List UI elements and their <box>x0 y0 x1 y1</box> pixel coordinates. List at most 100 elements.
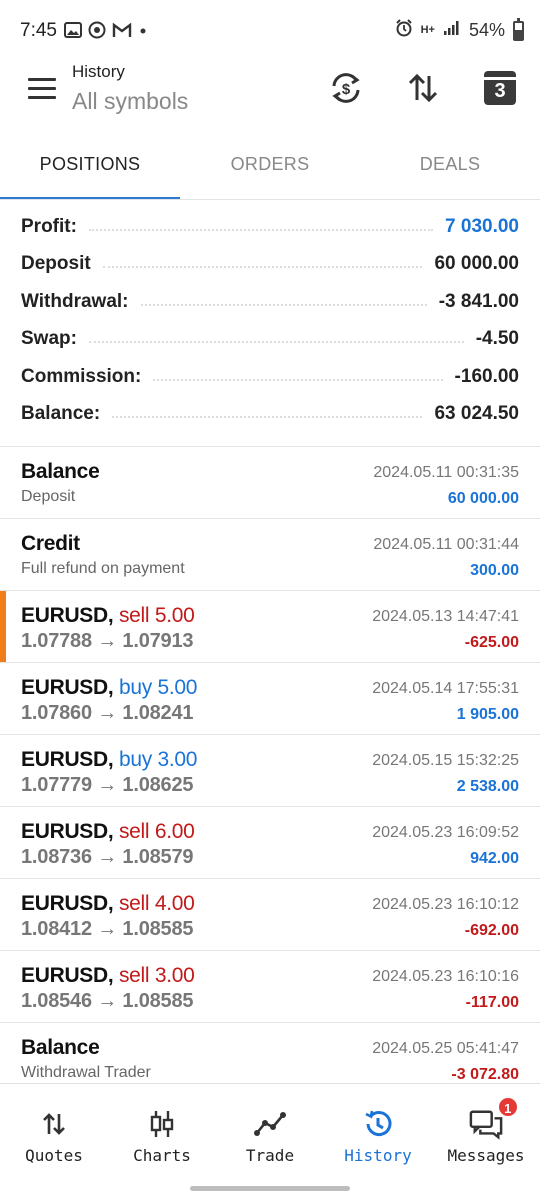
alarm-icon <box>395 19 413 42</box>
nav-quotes[interactable]: Quotes <box>0 1084 108 1173</box>
item-title: Balance <box>21 1036 100 1059</box>
item-detail: Deposit <box>21 488 76 505</box>
summary-value: -3 841.00 <box>426 290 519 313</box>
trade-prices: 1.07788 → 1.07913 <box>21 630 194 652</box>
sort-icon[interactable] <box>403 68 443 108</box>
dotted-leader <box>140 303 427 306</box>
item-profit: -3 072.80 <box>451 1066 519 1083</box>
table-row[interactable]: EURUSD, sell 4.00 1.08412 → 1.08585 2024… <box>0 879 540 951</box>
currency-exchange-icon[interactable]: $ <box>326 68 366 108</box>
candlestick-icon <box>145 1108 179 1140</box>
network-type: H+ <box>420 24 435 36</box>
trade-side: sell 6.00 <box>118 820 195 843</box>
calendar-day: 3 <box>484 71 516 105</box>
list-item[interactable]: Balance Deposit 2024.05.11 00:31:35 60 0… <box>0 447 540 519</box>
signal-icon <box>443 20 461 41</box>
dotted-leader <box>88 228 434 231</box>
tab-orders[interactable]: ORDERS <box>180 134 360 200</box>
summary-value: -160.00 <box>442 365 519 388</box>
unread-badge: 1 <box>496 1096 519 1118</box>
battery-icon <box>513 17 524 41</box>
dotted-leader <box>112 416 423 419</box>
status-bar: 7:45 H+ 54% <box>0 0 540 62</box>
item-time: 2024.05.15 15:32:25 <box>372 752 519 769</box>
trade-heading: EURUSD, sell 6.00 <box>21 820 195 844</box>
list-item[interactable]: Balance Withdrawal Trader 2024.05.25 05:… <box>0 1023 540 1083</box>
trade-side: sell 3.00 <box>118 964 195 987</box>
svg-text:$: $ <box>342 81 351 98</box>
trade-side: sell 5.00 <box>118 604 195 627</box>
page-title: History <box>72 62 125 81</box>
history-list[interactable]: Balance Deposit 2024.05.11 00:31:35 60 0… <box>0 447 540 1083</box>
bottom-navigation: Quotes Charts Trade History 1 Messages <box>0 1083 540 1173</box>
table-row[interactable]: EURUSD, sell 5.00 1.07788 → 1.07913 2024… <box>0 591 540 663</box>
nav-messages[interactable]: 1 Messages <box>432 1084 540 1173</box>
nav-trade[interactable]: Trade <box>216 1084 324 1173</box>
item-profit: 1 905.00 <box>456 706 519 723</box>
trend-line-icon <box>253 1108 287 1140</box>
nav-history[interactable]: History <box>324 1084 432 1173</box>
item-time: 2024.05.13 14:47:41 <box>372 608 519 625</box>
summary-value: 60 000.00 <box>422 253 519 276</box>
trade-prices: 1.08546 → 1.08585 <box>21 990 194 1012</box>
dotted-leader <box>88 341 464 344</box>
history-tabs: POSITIONS ORDERS DEALS <box>0 134 540 200</box>
more-notifications-dot-icon <box>138 22 148 44</box>
trade-symbol: EURUSD, <box>21 748 114 771</box>
trade-heading: EURUSD, sell 5.00 <box>21 604 195 628</box>
summary-label: Swap: <box>21 328 89 351</box>
trade-side: sell 4.00 <box>118 892 195 915</box>
item-title: Credit <box>21 532 80 555</box>
trade-side: buy 5.00 <box>118 676 198 699</box>
summary-row-profit: Profit: 7 030.00 <box>0 208 540 246</box>
nav-label: Trade <box>245 1146 295 1165</box>
summary-label: Balance: <box>21 403 113 426</box>
list-item[interactable]: Credit Full refund on payment 2024.05.11… <box>0 519 540 591</box>
arrows-updown-icon <box>37 1108 71 1140</box>
hamburger-menu-icon[interactable] <box>28 78 56 100</box>
trade-symbol: EURUSD, <box>21 604 114 627</box>
trade-symbol: EURUSD, <box>21 892 114 915</box>
trade-symbol: EURUSD, <box>21 964 114 987</box>
item-time: 2024.05.11 00:31:35 <box>373 464 519 481</box>
summary-value: 63 024.50 <box>422 403 519 426</box>
summary-label: Profit: <box>21 215 89 238</box>
summary-row-commission: Commission: -160.00 <box>0 358 540 396</box>
table-row[interactable]: EURUSD, sell 3.00 1.08546 → 1.08585 2024… <box>0 951 540 1023</box>
table-row[interactable]: EURUSD, buy 5.00 1.07860 → 1.08241 2024.… <box>0 663 540 735</box>
nav-label: Messages <box>447 1146 525 1165</box>
summary-value: -4.50 <box>463 328 519 351</box>
gmail-notification-icon <box>112 22 132 44</box>
summary-label: Withdrawal: <box>21 290 141 313</box>
item-profit: -117.00 <box>465 994 519 1011</box>
table-row[interactable]: EURUSD, buy 3.00 1.07779 → 1.08625 2024.… <box>0 735 540 807</box>
tab-divider <box>0 199 540 200</box>
item-profit: -692.00 <box>464 922 519 939</box>
trade-prices: 1.07860 → 1.08241 <box>21 702 194 724</box>
trade-heading: EURUSD, buy 3.00 <box>21 748 197 772</box>
table-row[interactable]: EURUSD, sell 6.00 1.08736 → 1.08579 2024… <box>0 807 540 879</box>
nav-charts[interactable]: Charts <box>108 1084 216 1173</box>
item-time: 2024.05.23 16:10:16 <box>372 968 519 985</box>
trade-prices: 1.08736 → 1.08579 <box>21 846 194 868</box>
tab-deals[interactable]: DEALS <box>360 134 540 200</box>
item-profit: -625.00 <box>464 634 519 651</box>
notification-icons <box>64 21 148 45</box>
summary-label: Deposit <box>21 253 103 276</box>
trade-symbol: EURUSD, <box>21 676 114 699</box>
system-status: H+ 54% <box>395 17 524 42</box>
calendar-period-icon[interactable]: 3 <box>480 68 520 108</box>
item-time: 2024.05.11 00:31:44 <box>373 536 519 553</box>
item-profit: 300.00 <box>470 562 519 579</box>
trade-prices: 1.08412 → 1.08585 <box>21 918 194 940</box>
tab-positions[interactable]: POSITIONS <box>0 134 180 200</box>
item-profit: 2 538.00 <box>456 778 519 795</box>
symbol-filter[interactable]: All symbols <box>72 88 188 115</box>
dotted-leader <box>153 378 443 381</box>
status-time: 7:45 <box>20 20 57 41</box>
trade-side: buy 3.00 <box>118 748 198 771</box>
nav-label: History <box>344 1146 412 1165</box>
summary-row-swap: Swap: -4.50 <box>0 321 540 359</box>
gesture-bar[interactable] <box>190 1186 350 1191</box>
trade-heading: EURUSD, buy 5.00 <box>21 676 197 700</box>
